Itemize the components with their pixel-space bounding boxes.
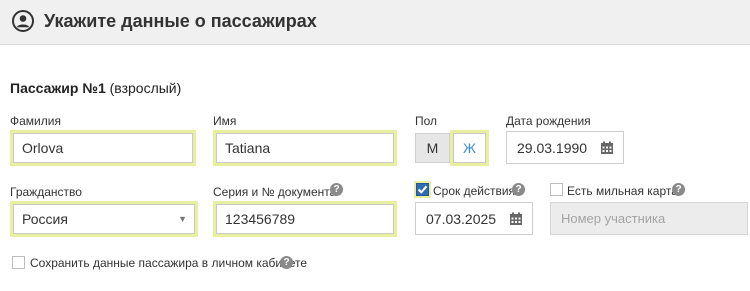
save-profile-help-icon[interactable]: ? [280,256,293,269]
document-label: Серия и № документа [213,185,337,199]
mileage-number-field[interactable]: Номер участника [550,202,748,235]
validity-value: 07.03.2025 [426,210,497,227]
citizenship-select[interactable]: Россия ▼ [10,201,198,237]
page-title: Укажите данные о пассажирах [44,11,317,31]
calendar-icon[interactable] [509,212,523,226]
surname-field[interactable]: Orlova [10,130,196,166]
validity-checkbox[interactable] [414,181,431,198]
surname-value: Orlova [22,140,64,156]
birthdate-label: Дата рождения [506,114,591,128]
gender-female-button[interactable]: Ж [450,130,489,166]
birthdate-field[interactable]: 29.03.1990 [506,131,624,164]
passenger-type: (взрослый) [109,80,182,96]
user-circle-icon [12,10,34,32]
mileage-checkbox[interactable] [550,183,563,196]
passenger-number: Пассажир №1 [10,80,106,96]
document-help-icon[interactable]: ? [330,183,343,196]
birthdate-value: 29.03.1990 [517,139,588,156]
validity-field[interactable]: 07.03.2025 [415,202,533,235]
gender-male-button[interactable]: М [415,133,450,163]
gender-label: Пол [415,114,438,128]
name-label: Имя [213,114,237,128]
name-field[interactable]: Tatiana [213,130,397,166]
chevron-down-icon: ▼ [178,214,187,224]
mileage-help-icon[interactable]: ? [672,183,685,196]
surname-label: Фамилия [10,114,61,128]
page-header: Укажите данные о пассажирах [0,0,750,45]
passenger-title: Пассажир №1 (взрослый) [10,80,181,96]
name-value: Tatiana [225,140,271,156]
citizenship-value: Россия [22,211,68,227]
checkmark-icon [417,185,428,194]
mileage-label: Есть мильная карта [567,184,678,198]
validity-label: Срок действия [433,184,516,198]
save-profile-label: Сохранить данные пассажира в личном каби… [30,256,308,270]
save-profile-checkbox[interactable] [12,256,25,269]
mileage-placeholder: Номер участника [561,211,666,226]
citizenship-label: Гражданство [10,185,82,199]
document-field[interactable]: 123456789 [213,201,397,237]
validity-help-icon[interactable]: ? [512,183,525,196]
calendar-icon[interactable] [600,141,614,155]
document-value: 123456789 [225,211,296,227]
